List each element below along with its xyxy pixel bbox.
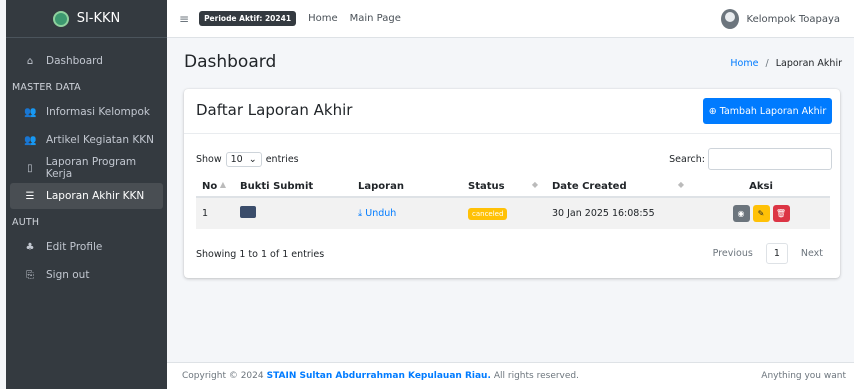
edit-icon: ✎ — [757, 209, 765, 218]
sidebar-item-informasi-kelompok[interactable]: 👥 Informasi Kelompok — [10, 99, 163, 125]
show-entries: Show 10 ⌄ entries — [196, 152, 299, 167]
list-icon: ☰ — [25, 190, 35, 202]
table-row: 1 ⤓ Unduh canceled 30 Jan 2025 16:08:55 — [196, 196, 830, 229]
laporan-table: No ▲ Bukti Submit Laporan Status ◆ Date Cr… — [196, 177, 830, 229]
nav-header-master-data: MASTER DATA — [12, 82, 81, 93]
card-divider — [184, 133, 840, 134]
footer-right-text: Anything you want — [761, 371, 846, 381]
footer-link[interactable]: STAIN Sultan Abdurrahman Kepulauan Riau. — [267, 371, 491, 381]
bukti-thumbnail[interactable] — [240, 206, 256, 218]
pagination-page-1[interactable]: 1 — [765, 243, 788, 264]
unduh-link[interactable]: ⤓ Unduh — [358, 208, 396, 219]
breadcrumb-current: Laporan Akhir — [775, 58, 842, 69]
topbar: ≡ Periode Aktif: 20241 Home Main Page Ke… — [167, 0, 854, 38]
sidebar-item-laporan-akhir[interactable]: ☰ Laporan Akhir KKN — [10, 183, 163, 209]
users-icon: 👥 — [24, 106, 37, 118]
col-no[interactable]: No ▲ — [196, 177, 234, 198]
search-input[interactable] — [708, 148, 832, 170]
users-icon: 👥 — [24, 134, 37, 146]
sidebar-item-sign-out[interactable]: ⎘ Sign out — [10, 262, 163, 288]
col-bukti-submit[interactable]: Bukti Submit — [234, 177, 352, 198]
laporan-akhir-card: Daftar Laporan Akhir ⊕ Tambah Laporan Ak… — [184, 89, 840, 278]
view-button[interactable]: ◉ — [732, 205, 750, 222]
breadcrumb-separator: / — [765, 58, 769, 69]
search-wrap: Search: — [669, 148, 832, 170]
breadcrumb: Home / Laporan Akhir — [730, 58, 842, 69]
sidebar-item-artikel-kegiatan[interactable]: 👥 Artikel Kegiatan KKN — [10, 127, 163, 153]
entries-select[interactable]: 10 ⌄ — [225, 152, 262, 167]
chevron-down-icon: ⌄ — [248, 154, 257, 165]
sidebar-item-dashboard[interactable]: ⌂ Dashboard — [10, 48, 163, 74]
footer-rights: All rights reserved. — [493, 371, 579, 381]
card-title: Daftar Laporan Akhir — [196, 101, 353, 119]
nav-link-main-page[interactable]: Main Page — [350, 13, 401, 24]
cell-no: 1 — [196, 196, 234, 229]
delete-button[interactable]: 🗑 — [772, 205, 790, 222]
sort-icon: ◆ — [677, 180, 684, 189]
periode-badge: Periode Aktif: 20241 — [199, 11, 297, 26]
hamburger-icon[interactable]: ≡ — [179, 12, 189, 26]
nav-header-auth: AUTH — [12, 217, 40, 228]
col-status[interactable]: Status ◆ — [462, 177, 546, 198]
status-badge: canceled — [468, 208, 508, 220]
nav-link-home[interactable]: Home — [308, 13, 338, 24]
user-edit-icon: ♣ — [25, 241, 35, 253]
sort-icon: ◆ — [531, 180, 538, 189]
plus-circle-icon: ⊕ — [708, 105, 717, 117]
file-icon: ▯ — [27, 162, 33, 174]
brand-name: SI-KKN — [76, 11, 121, 26]
user-menu[interactable]: Kelompok Toapaya — [720, 9, 840, 29]
pagination-next[interactable]: Next — [792, 244, 832, 263]
sort-icon: ▲ — [219, 180, 226, 189]
cell-status: canceled — [462, 196, 546, 229]
breadcrumb-home[interactable]: Home — [730, 58, 758, 69]
edit-button[interactable]: ✎ — [752, 205, 770, 222]
add-laporan-akhir-button[interactable]: ⊕ Tambah Laporan Akhir — [703, 98, 832, 124]
showing-info: Showing 1 to 1 of 1 entries — [196, 249, 325, 260]
user-name: Kelompok Toapaya — [746, 13, 840, 25]
search-label: Search: — [669, 153, 705, 165]
pagination: Previous 1 Next — [704, 243, 832, 264]
pagination-previous[interactable]: Previous — [704, 244, 762, 263]
col-date-created[interactable]: Date Created ◆ — [546, 177, 692, 198]
action-buttons: ◉ ✎ 🗑 — [732, 205, 790, 222]
home-icon: ⌂ — [26, 55, 34, 67]
cell-aksi: ◉ ✎ 🗑 — [692, 196, 830, 229]
col-aksi: Aksi — [692, 177, 830, 198]
sidebar-item-edit-profile[interactable]: ♣ Edit Profile — [10, 234, 163, 260]
footer: Copyright © 2024 STAIN Sultan Abdurrahma… — [167, 362, 854, 389]
brand-logo-icon — [52, 10, 69, 27]
cell-date-created: 30 Jan 2025 16:08:55 — [546, 196, 692, 229]
download-icon: ⤓ — [358, 208, 363, 219]
brand[interactable]: SI-KKN — [6, 0, 167, 38]
avatar — [720, 9, 739, 29]
sidebar-item-laporan-program-kerja[interactable]: ▯ Laporan Program Kerja — [10, 155, 163, 181]
cell-laporan: ⤓ Unduh — [352, 196, 462, 229]
sign-out-icon: ⎘ — [26, 269, 34, 281]
cell-bukti-submit — [234, 196, 352, 229]
page-title: Dashboard — [184, 52, 277, 72]
sidebar: SI-KKN ⌂ Dashboard MASTER DATA 👥 Informa… — [6, 0, 167, 389]
eye-icon: ◉ — [737, 209, 745, 218]
footer-copyright: Copyright © 2024 — [182, 371, 264, 381]
trash-icon: 🗑 — [775, 209, 787, 218]
col-laporan[interactable]: Laporan — [352, 177, 462, 198]
